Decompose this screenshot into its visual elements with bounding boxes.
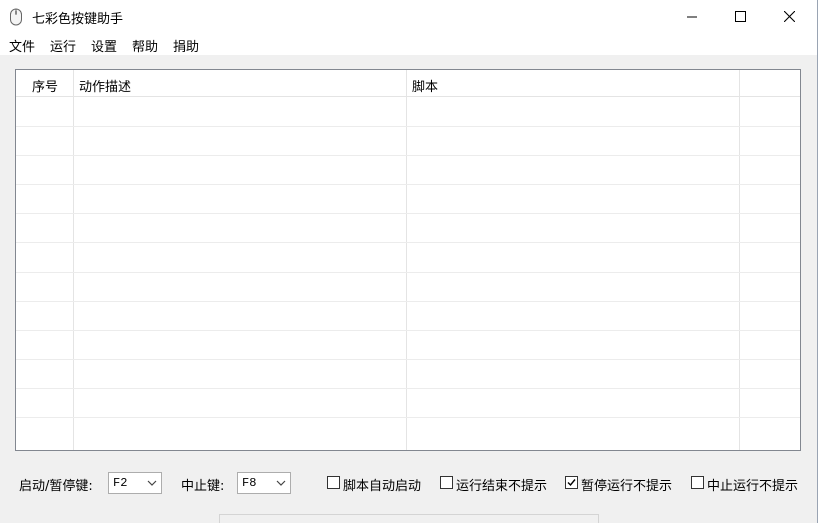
minimize-icon — [687, 16, 697, 17]
stop-key-select[interactable]: F8 — [237, 472, 291, 494]
app-window: 七彩色按键助手 文件 运行 设置 帮助 捐助 序号 动作描述 脚本 启动/暂停键… — [0, 0, 818, 523]
chevron-down-icon — [276, 480, 286, 486]
column-header-index[interactable]: 序号 — [32, 76, 58, 95]
no-prompt-on-stop-checkbox[interactable] — [691, 476, 704, 489]
column-header-script[interactable]: 脚本 — [412, 76, 438, 95]
options-bar: 启动/暂停键: F2 中止键: F8 脚本自动启动 运行结束不提示 暂停运行不提… — [0, 462, 817, 502]
menu-donate[interactable]: 捐助 — [173, 36, 199, 55]
row-line — [16, 301, 800, 302]
auto-start-label[interactable]: 脚本自动启动 — [343, 475, 421, 494]
row-line — [16, 242, 800, 243]
menu-run[interactable]: 运行 — [50, 36, 76, 55]
row-line — [16, 359, 800, 360]
window-title: 七彩色按键助手 — [32, 12, 124, 27]
row-line — [16, 330, 800, 331]
close-icon — [783, 11, 795, 22]
auto-start-checkbox[interactable] — [327, 476, 340, 489]
row-line — [16, 417, 800, 418]
row-line — [16, 184, 800, 185]
menu-settings[interactable]: 设置 — [91, 36, 117, 55]
no-prompt-on-pause-label[interactable]: 暂停运行不提示 — [581, 475, 672, 494]
start-pause-key-value: F2 — [113, 476, 128, 490]
title-bar[interactable]: 七彩色按键助手 — [0, 0, 817, 33]
start-pause-key-label: 启动/暂停键: — [19, 479, 93, 494]
row-line — [16, 126, 800, 127]
checkmark-icon — [567, 479, 576, 487]
no-prompt-on-stop-label[interactable]: 中止运行不提示 — [707, 475, 798, 494]
column-divider — [406, 70, 407, 450]
row-line — [16, 272, 800, 273]
status-panel — [219, 514, 599, 523]
mouse-icon — [10, 8, 22, 26]
chevron-down-icon — [147, 480, 157, 486]
header-divider — [16, 96, 800, 97]
row-line — [16, 155, 800, 156]
column-divider — [73, 70, 74, 450]
maximize-icon — [734, 11, 746, 22]
no-prompt-on-finish-checkbox[interactable] — [440, 476, 453, 489]
row-line — [16, 388, 800, 389]
no-prompt-on-pause-checkbox[interactable] — [565, 476, 578, 489]
column-header-description[interactable]: 动作描述 — [79, 76, 131, 95]
start-pause-key-select[interactable]: F2 — [108, 472, 162, 494]
maximize-button[interactable] — [717, 0, 763, 33]
column-divider — [739, 70, 740, 450]
row-line — [16, 213, 800, 214]
stop-key-label: 中止键: — [181, 479, 225, 494]
minimize-button[interactable] — [669, 0, 715, 33]
action-table[interactable]: 序号 动作描述 脚本 — [15, 69, 801, 451]
stop-key-value: F8 — [242, 476, 257, 490]
menu-help[interactable]: 帮助 — [132, 36, 158, 55]
menu-file[interactable]: 文件 — [9, 36, 35, 55]
no-prompt-on-finish-label[interactable]: 运行结束不提示 — [456, 475, 547, 494]
close-button[interactable] — [766, 0, 812, 33]
menu-bar: 文件 运行 设置 帮助 捐助 — [0, 33, 817, 55]
